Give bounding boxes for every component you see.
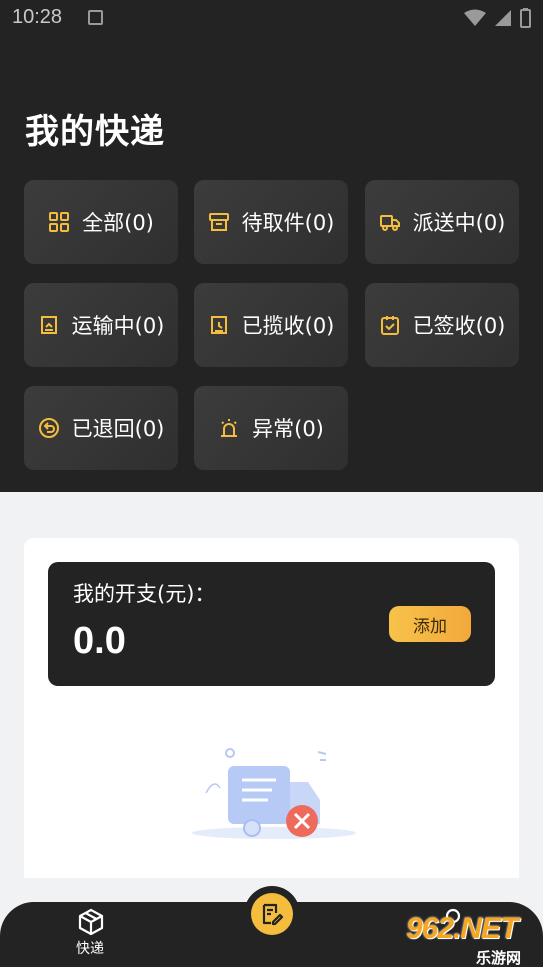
center-action-button[interactable] [244, 886, 300, 942]
watermark-text: 962.NET [406, 912, 518, 945]
filter-signed[interactable]: 已签收(0) [365, 283, 519, 367]
filter-label: 已退回(0) [71, 417, 165, 441]
status-time: 10:28 [12, 6, 63, 28]
expense-card: 我的开支(元)： 0.0 添加 [24, 538, 519, 878]
box-icon [208, 213, 229, 231]
expense-amount: 0.0 [73, 620, 126, 662]
filter-returned[interactable]: 已退回(0) [24, 386, 178, 470]
filter-delivering[interactable]: 派送中(0) [365, 180, 519, 264]
header-panel: 10:28 我的快递 全部(0) 待取件(0) 派送中(0) 运输中(0) 已揽… [0, 0, 543, 492]
nav-label: 快递 [76, 941, 104, 957]
truck-icon [379, 215, 400, 231]
empty-truck-error-icon [192, 748, 356, 839]
edit-document-icon [262, 903, 284, 926]
filter-label: 已签收(0) [412, 314, 506, 338]
return-icon [38, 418, 59, 438]
watermark-sub: 乐游网 [476, 949, 522, 967]
filter-all[interactable]: 全部(0) [24, 180, 178, 264]
nav-item-express[interactable]: 快递 [50, 902, 130, 967]
status-icons [464, 8, 531, 28]
expense-panel: 我的开支(元)： 0.0 添加 [48, 562, 495, 686]
filter-label: 待取件(0) [241, 211, 335, 235]
filter-label: 派送中(0) [412, 211, 506, 235]
filter-label: 异常(0) [252, 417, 324, 441]
notification-icon [88, 10, 103, 25]
center-action-inner [251, 893, 293, 935]
filter-abnormal[interactable]: 异常(0) [194, 386, 348, 470]
transit-icon [40, 316, 57, 334]
filter-label: 全部(0) [82, 211, 154, 235]
filter-pending-pickup[interactable]: 待取件(0) [194, 180, 348, 264]
grid-icon [49, 212, 70, 232]
filter-label: 运输中(0) [71, 314, 165, 338]
alarm-icon [221, 419, 238, 437]
status-bar: 10:28 [0, 0, 543, 36]
signed-icon [380, 316, 399, 335]
signal-icon [495, 10, 511, 26]
wifi-icon [464, 9, 486, 26]
page-title: 我的快递 [25, 112, 165, 152]
battery-icon [520, 8, 531, 28]
watermark: 962.NET 乐游网 [402, 912, 543, 967]
filter-label: 已揽收(0) [241, 314, 335, 338]
expense-label: 我的开支(元)： [73, 582, 216, 606]
filter-collected[interactable]: 已揽收(0) [194, 283, 348, 367]
package-icon [78, 908, 104, 936]
add-button[interactable]: 添加 [389, 606, 471, 642]
collected-icon [210, 316, 227, 334]
filter-in-transit[interactable]: 运输中(0) [24, 283, 178, 367]
